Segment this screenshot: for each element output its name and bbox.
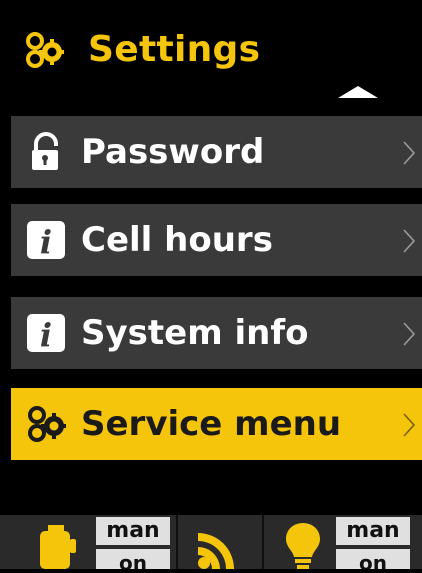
chevron-right-icon bbox=[402, 140, 416, 166]
gears-icon bbox=[24, 30, 64, 70]
divider bbox=[176, 515, 178, 569]
svg-text:i: i bbox=[40, 223, 52, 260]
divider bbox=[262, 515, 264, 569]
menu-item-label: Cell hours bbox=[81, 220, 273, 260]
page-title: Settings bbox=[88, 29, 261, 70]
chevron-right-icon bbox=[402, 228, 416, 254]
menu-item-password[interactable]: Password bbox=[11, 116, 422, 188]
menu-item-label: Service menu bbox=[81, 404, 342, 444]
menu-item-service-menu[interactable]: Service menu bbox=[11, 388, 422, 460]
right-mode-label: man bbox=[336, 517, 410, 545]
svg-text:i: i bbox=[40, 316, 52, 353]
lightbulb-icon bbox=[286, 523, 320, 573]
chevron-right-icon bbox=[402, 412, 416, 438]
gears-icon bbox=[26, 404, 66, 444]
left-state-label: on bbox=[96, 549, 170, 569]
device-icon bbox=[36, 525, 80, 573]
menu-item-label: System info bbox=[81, 313, 309, 353]
scroll-up-icon[interactable] bbox=[338, 86, 378, 98]
menu-item-cell-hours[interactable]: i Cell hours bbox=[11, 204, 422, 276]
left-mode-label: man bbox=[96, 517, 170, 545]
info-icon: i bbox=[26, 220, 66, 261]
signal-icon bbox=[198, 525, 242, 573]
menu-item-label: Password bbox=[81, 132, 265, 172]
lock-icon bbox=[26, 132, 66, 172]
status-bar: man on man on bbox=[0, 515, 422, 569]
info-icon: i bbox=[26, 313, 66, 354]
menu-item-system-info[interactable]: i System info bbox=[11, 297, 422, 369]
header: Settings bbox=[0, 0, 422, 110]
chevron-right-icon bbox=[402, 321, 416, 347]
right-state-label: on bbox=[336, 549, 410, 569]
